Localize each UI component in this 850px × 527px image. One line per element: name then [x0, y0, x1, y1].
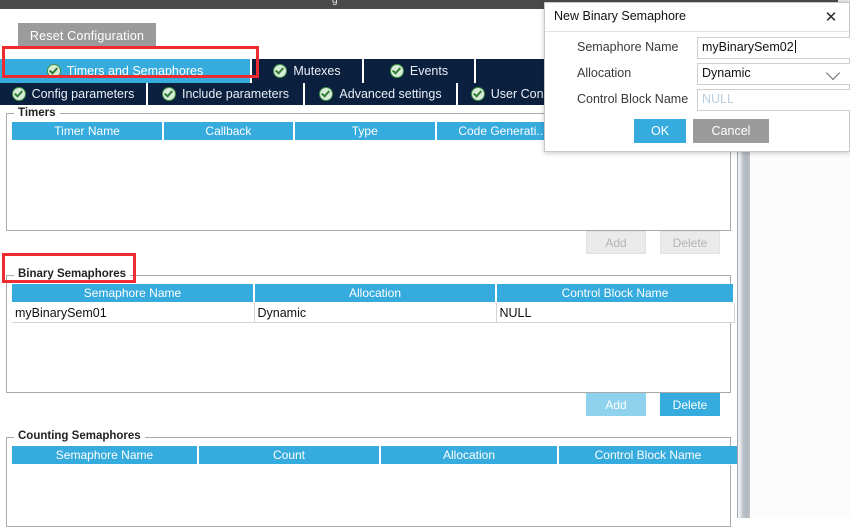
new-binary-semaphore-dialog: New Binary Semaphore ✕ Semaphore Name my…	[544, 2, 850, 152]
dialog-row-control-block-name: Control Block Name NULL	[545, 89, 850, 113]
column-header[interactable]: Allocation	[254, 284, 497, 303]
timers-delete-label: Delete	[672, 235, 708, 250]
table-row[interactable]: myBinarySem01 Dynamic NULL	[12, 302, 735, 323]
counting-semaphores-table[interactable]: Semaphore Name Count Allocation Control Blo…	[12, 446, 739, 465]
dialog-title: New Binary Semaphore	[554, 9, 687, 23]
column-header[interactable]: Type	[293, 122, 437, 141]
check-circle-icon	[273, 64, 288, 78]
check-circle-icon	[470, 87, 485, 101]
column-header[interactable]: Control Block Name	[558, 446, 739, 465]
timers-add-button[interactable]: Add	[586, 231, 646, 254]
counting-semaphores-group-legend: Counting Semaphores	[14, 430, 145, 442]
timers-add-label: Add	[605, 235, 627, 250]
dialog-row-allocation: Allocation Dynamic	[545, 63, 850, 87]
check-circle-icon	[46, 64, 61, 78]
tab-label: Config parameters	[31, 87, 135, 101]
tab-events[interactable]: Events	[364, 59, 476, 83]
column-header[interactable]: Count	[198, 446, 381, 465]
tab-label: Timers and Semaphores	[66, 64, 204, 78]
table-header-row: Semaphore Name Allocation Control Block Na…	[12, 284, 735, 303]
tab-timers-and-semaphores[interactable]: Timers and Semaphores	[0, 59, 252, 83]
check-circle-icon	[11, 87, 26, 101]
dialog-titlebar: New Binary Semaphore ✕	[545, 3, 849, 32]
tab-label: Events	[409, 64, 449, 78]
control-block-name-label: Control Block Name	[577, 92, 689, 106]
control-block-name-input[interactable]: NULL	[697, 89, 850, 111]
close-icon[interactable]: ✕	[821, 7, 841, 27]
tab-include-parameters[interactable]: Include parameters	[148, 83, 305, 105]
check-circle-icon	[389, 64, 404, 78]
column-header[interactable]: Timer Name	[12, 122, 165, 141]
text-caret	[794, 40, 796, 53]
table-cell-control_block[interactable]: NULL	[496, 302, 735, 323]
allocation-label: Allocation	[577, 66, 632, 80]
tab-label: Mutexes	[293, 64, 341, 78]
binary-semaphores-add-label: Add	[605, 397, 627, 412]
column-header[interactable]: Control Block Name	[496, 284, 735, 303]
tab-config-parameters[interactable]: Config parameters	[0, 83, 148, 105]
tab-mutexes[interactable]: Mutexes	[252, 59, 364, 83]
binary-semaphores-table[interactable]: Semaphore Name Allocation Control Block Na…	[12, 284, 735, 323]
binary-semaphores-delete-label: Delete	[672, 397, 708, 412]
dialog-cancel-label: Cancel	[711, 124, 751, 138]
binary-semaphores-delete-button[interactable]: Delete	[660, 393, 720, 416]
column-header[interactable]: Semaphore Name	[12, 446, 199, 465]
reset-configuration-label: Reset Configuration	[29, 29, 145, 43]
timers-group-legend: Timers	[14, 107, 60, 119]
table-cell-name[interactable]: myBinarySem01	[12, 302, 255, 323]
allocation-select[interactable]: Dynamic	[697, 63, 850, 85]
tab-advanced-settings[interactable]: Advanced settings	[305, 83, 458, 105]
table-cell-allocation[interactable]: Dynamic	[254, 302, 497, 323]
dialog-row-semaphore-name: Semaphore Name myBinarySem02	[545, 37, 850, 61]
binary-semaphores-add-button[interactable]: Add	[586, 393, 646, 416]
dialog-ok-label: OK	[650, 124, 670, 138]
tab-label: Advanced settings	[339, 87, 442, 101]
check-circle-icon	[319, 87, 334, 101]
check-circle-icon	[161, 87, 176, 101]
dialog-ok-button[interactable]: OK	[634, 119, 686, 143]
tab-label: Include parameters	[181, 87, 289, 101]
chevron-down-icon[interactable]	[825, 65, 841, 81]
window-chrome-glyph: g	[332, 0, 338, 6]
timers-delete-button[interactable]: Delete	[660, 231, 720, 254]
column-header[interactable]: Allocation	[380, 446, 559, 465]
semaphore-name-value: myBinarySem02	[702, 40, 794, 54]
control-block-name-value: NULL	[702, 92, 734, 106]
semaphore-name-input[interactable]: myBinarySem02	[697, 37, 850, 59]
reset-configuration-button[interactable]: Reset Configuration	[18, 23, 156, 49]
column-header[interactable]: Callback	[163, 122, 295, 141]
binary-semaphores-group-legend: Binary Semaphores	[14, 268, 131, 280]
allocation-value: Dynamic	[702, 66, 751, 80]
dialog-cancel-button[interactable]: Cancel	[693, 119, 769, 143]
semaphore-name-label: Semaphore Name	[577, 40, 679, 54]
table-header-row: Semaphore Name Count Allocation Control Blo…	[12, 446, 739, 465]
column-header[interactable]: Semaphore Name	[12, 284, 255, 303]
